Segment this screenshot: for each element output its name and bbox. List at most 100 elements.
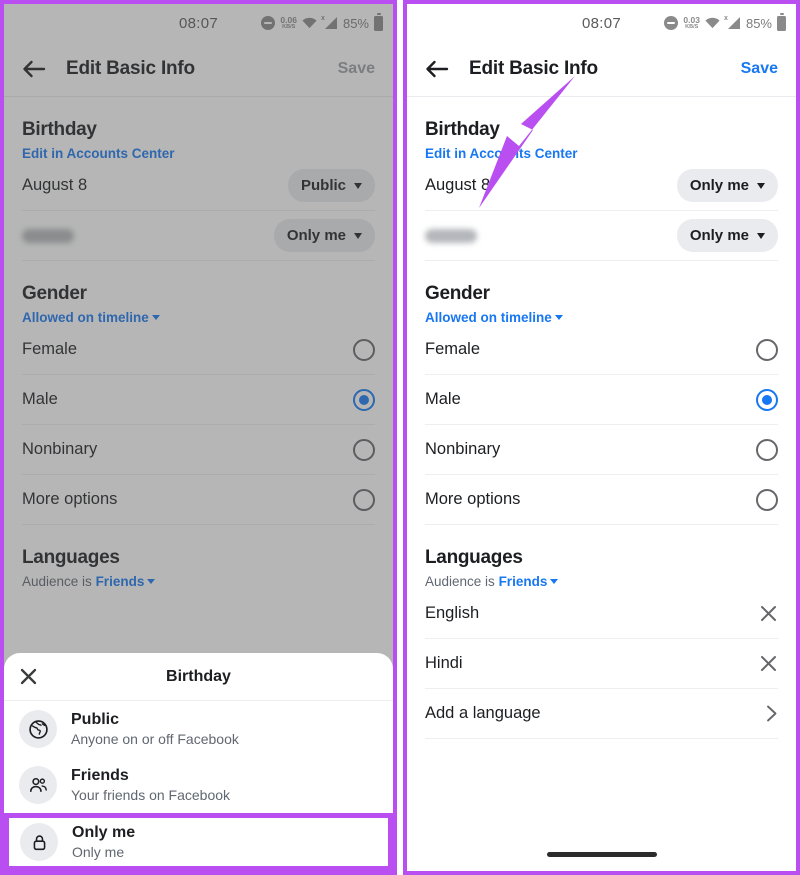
languages-audience-value: Friends xyxy=(95,574,145,589)
signal-x-label: x xyxy=(723,15,728,22)
audience-option-friends[interactable]: Friends Your friends on Facebook xyxy=(4,757,393,813)
birthday-year-redacted xyxy=(425,228,477,243)
languages-section-title: Languages xyxy=(22,547,120,568)
chevron-down-icon xyxy=(554,315,563,320)
audience-option-title: Only me xyxy=(72,824,136,841)
radio-male[interactable] xyxy=(756,388,778,411)
netspeed-value: 0.03 xyxy=(683,14,700,25)
birthday-year-row[interactable]: Only me xyxy=(22,211,375,261)
gesture-handle[interactable] xyxy=(546,851,657,857)
birthday-year-audience-label: Only me xyxy=(689,227,749,244)
languages-audience-link[interactable]: Audience is Friends xyxy=(22,574,375,589)
birthday-year-audience-dropdown[interactable]: Only me xyxy=(273,219,375,252)
save-button[interactable]: Save xyxy=(338,60,375,78)
signal-x-label: x xyxy=(320,15,325,22)
gender-option-label: Female xyxy=(425,340,481,358)
chevron-down-icon xyxy=(550,579,559,584)
gender-option-more[interactable]: More options xyxy=(22,475,375,525)
birthday-year-audience-label: Only me xyxy=(286,227,346,244)
radio-nonbinary[interactable] xyxy=(756,438,778,461)
add-language-label: Add a language xyxy=(425,704,541,722)
chevron-down-icon xyxy=(354,182,362,189)
edit-in-accounts-center-link[interactable]: Edit in Accounts Center xyxy=(22,146,375,161)
gender-audience-link[interactable]: Allowed on timeline xyxy=(425,310,778,325)
birthday-section-title: Birthday xyxy=(425,119,500,140)
language-label: Hindi xyxy=(425,654,463,672)
status-bar: 08:07 0.06 KB/S x 85% xyxy=(4,4,393,42)
gender-option-male[interactable]: Male xyxy=(425,375,778,425)
netspeed-icon: 0.06 KB/S xyxy=(280,15,297,31)
radio-female[interactable] xyxy=(756,338,778,361)
radio-more-options[interactable] xyxy=(353,488,375,511)
gender-option-more[interactable]: More options xyxy=(425,475,778,525)
audience-option-desc: Only me xyxy=(72,844,125,860)
gender-option-male[interactable]: Male xyxy=(22,375,375,425)
phone-panel-before: 08:07 0.06 KB/S x 85% Edit Basic Info Sa… xyxy=(0,0,397,875)
dnd-icon xyxy=(664,16,679,30)
content-scroll[interactable]: Birthday Edit in Accounts Center August … xyxy=(407,97,796,837)
audience-option-only-me[interactable]: Only me Only me xyxy=(4,813,393,871)
gender-audience-link[interactable]: Allowed on timeline xyxy=(22,310,375,325)
save-button[interactable]: Save xyxy=(741,60,778,78)
gender-section-title: Gender xyxy=(425,283,490,304)
netspeed-unit: KB/S xyxy=(282,24,296,30)
phone-panel-after: 08:07 0.03 KB/S x 85% Edit Basic Info Sa… xyxy=(403,0,800,875)
add-a-language-row[interactable]: Add a language xyxy=(425,689,778,739)
back-arrow-icon[interactable] xyxy=(22,59,46,79)
radio-male[interactable] xyxy=(353,388,375,411)
gender-section-title: Gender xyxy=(22,283,87,304)
languages-audience-link[interactable]: Audience is Friends xyxy=(425,574,778,589)
birthday-date-audience-dropdown[interactable]: Only me xyxy=(676,169,778,202)
radio-nonbinary[interactable] xyxy=(353,438,375,461)
language-row-hindi[interactable]: Hindi xyxy=(425,639,778,689)
status-bar: 08:07 0.03 KB/S x 85% xyxy=(407,4,796,42)
gender-option-nonbinary[interactable]: Nonbinary xyxy=(22,425,375,475)
birthday-date-label: August 8 xyxy=(425,176,491,194)
wifi-icon xyxy=(705,17,720,29)
audience-bottom-sheet: Birthday Public Anyone on or off Faceboo… xyxy=(4,653,393,871)
bottom-sheet-header: Birthday xyxy=(4,653,393,701)
audience-option-title: Public xyxy=(71,711,120,728)
close-icon[interactable] xyxy=(759,654,778,673)
gender-option-label: Female xyxy=(22,340,78,358)
gender-audience-label: Allowed on timeline xyxy=(22,310,149,325)
gender-option-label: Male xyxy=(22,390,58,408)
birthday-section-title: Birthday xyxy=(22,119,97,140)
chevron-down-icon xyxy=(354,232,362,239)
languages-audience-prefix: Audience is xyxy=(22,574,92,589)
birthday-date-row[interactable]: August 8 Only me xyxy=(425,161,778,211)
language-label: English xyxy=(425,604,480,622)
gender-option-label: Nonbinary xyxy=(22,440,98,458)
radio-more-options[interactable] xyxy=(756,488,778,511)
netspeed-unit: KB/S xyxy=(685,24,699,30)
netspeed-icon: 0.03 KB/S xyxy=(683,14,700,31)
birthday-year-row[interactable]: Only me xyxy=(425,211,778,261)
close-icon[interactable] xyxy=(19,667,38,686)
birthday-year-audience-dropdown[interactable]: Only me xyxy=(676,219,778,252)
gender-option-female[interactable]: Female xyxy=(22,325,375,375)
comparison-stage: 08:07 0.06 KB/S x 85% Edit Basic Info Sa… xyxy=(0,0,800,875)
audience-option-desc: Anyone on or off Facebook xyxy=(71,731,239,747)
gender-option-female[interactable]: Female xyxy=(425,325,778,375)
close-icon[interactable] xyxy=(759,604,778,623)
signal-icon: x xyxy=(723,15,741,30)
radio-female[interactable] xyxy=(353,338,375,361)
edit-in-accounts-center-link[interactable]: Edit in Accounts Center xyxy=(425,146,778,161)
battery-percent: 85% xyxy=(342,15,369,31)
languages-audience-prefix: Audience is xyxy=(425,574,495,589)
chevron-down-icon xyxy=(757,182,765,189)
birthday-date-audience-dropdown[interactable]: Public xyxy=(287,169,375,202)
birthday-date-row[interactable]: August 8 Public xyxy=(22,161,375,211)
back-arrow-icon[interactable] xyxy=(425,59,449,79)
language-row-english[interactable]: English xyxy=(425,589,778,639)
battery-icon xyxy=(374,13,383,31)
gender-option-label: More options xyxy=(22,490,118,508)
gender-option-nonbinary[interactable]: Nonbinary xyxy=(425,425,778,475)
chevron-down-icon xyxy=(757,232,765,239)
chevron-down-icon xyxy=(147,579,156,584)
page-title: Edit Basic Info xyxy=(469,58,598,79)
birthday-date-audience-label: Only me xyxy=(689,177,749,194)
birthday-date-label: August 8 xyxy=(22,176,88,194)
audience-option-public[interactable]: Public Anyone on or off Facebook xyxy=(4,701,393,757)
bottom-sheet-title: Birthday xyxy=(166,667,231,685)
